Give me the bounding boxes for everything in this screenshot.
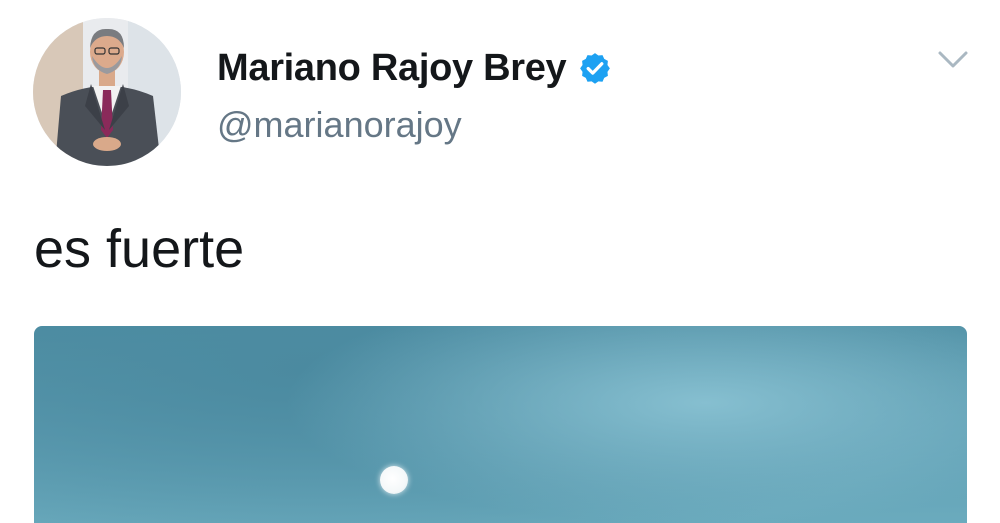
moon-in-photo [380,466,408,494]
tweet-media-photo[interactable] [34,326,967,523]
author-display-name[interactable]: Mariano Rajoy Brey [217,47,567,90]
chevron-down-icon[interactable] [936,48,970,72]
author-handle[interactable]: @marianorajoy [217,104,462,146]
avatar-photo [33,18,181,166]
verified-badge-icon [578,51,612,85]
tweet-card: Mariano Rajoy Brey @marianorajoy es fuer… [0,0,1000,523]
tweet-text: es fuerte [34,219,245,279]
author-name-row[interactable]: Mariano Rajoy Brey [217,44,612,92]
avatar[interactable] [33,18,181,166]
